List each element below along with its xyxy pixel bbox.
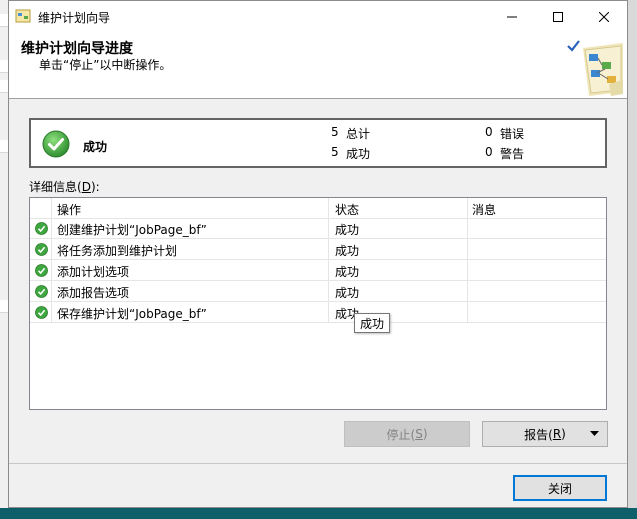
status-tooltip: 成功 [354, 313, 391, 333]
background-window-edge [0, 0, 8, 519]
dropdown-arrow-icon [590, 431, 599, 436]
stop-label-suffix: ) [422, 427, 428, 441]
details-label-key: D [81, 180, 91, 194]
report-label-prefix: 报告( [524, 427, 553, 442]
details-label: 详细信息(D): [29, 178, 100, 195]
close-window-button[interactable] [581, 1, 627, 32]
maximize-button[interactable] [535, 1, 581, 32]
table-row[interactable]: 将任务添加到维护计划 成功 [30, 239, 606, 260]
background-fragment [0, 14, 8, 27]
background-window-right [628, 0, 637, 519]
total-count: 5 [331, 125, 339, 139]
background-fragment [0, 80, 8, 93]
status-summary-panel: 成功 5 总计 5 成功 0 错误 0 警告 [29, 118, 607, 168]
row-operation: 保存维护计划“JobPage_bf” [57, 307, 207, 321]
wizard-graphic-icon [567, 40, 623, 96]
header-panel: 维护计划向导进度 单击“停止”以中断操作。 [9, 32, 627, 99]
report-label-suffix: ) [561, 427, 566, 441]
row-operation: 添加报告选项 [57, 286, 130, 300]
success-check-icon [35, 222, 48, 235]
error-label: 错误 [500, 127, 525, 141]
background-fragment [0, 300, 8, 313]
warning-label: 警告 [500, 147, 525, 161]
close-icon [599, 11, 609, 22]
success-check-icon [35, 285, 48, 298]
column-header-status[interactable]: 状态 [335, 201, 359, 218]
close-button[interactable]: 关闭 [513, 475, 607, 501]
success-label: 成功 [346, 147, 371, 161]
page-title: 维护计划向导进度 [21, 41, 133, 57]
background-fragment [0, 140, 8, 153]
stop-label-key: S [415, 427, 423, 441]
success-check-icon [42, 130, 70, 158]
minimize-button[interactable] [489, 1, 535, 32]
success-check-icon [35, 243, 48, 256]
page-subtitle: 单击“停止”以中断操作。 [39, 58, 172, 72]
minimize-icon [507, 16, 517, 17]
table-row[interactable]: 保存维护计划“JobPage_bf” 成功 [30, 302, 606, 323]
details-label-suffix: ): [90, 180, 100, 194]
stop-label-prefix: 停止( [386, 427, 416, 442]
title-bar[interactable]: 维护计划向导 [9, 1, 627, 32]
row-status: 成功 [335, 286, 360, 300]
desktop-background [0, 508, 637, 519]
background-fragment [0, 60, 8, 73]
maximize-icon [553, 11, 563, 22]
warning-count: 0 [485, 145, 493, 159]
row-operation: 将任务添加到维护计划 [57, 244, 178, 258]
row-status: 成功 [335, 265, 360, 279]
column-header-operation[interactable]: 操作 [57, 201, 81, 218]
report-dropdown-button[interactable]: 报告(R) [482, 421, 608, 447]
details-grid[interactable]: 操作 状态 消息 创建维护计划“JobPage_bf” 成功 将任务添加到维护计… [29, 197, 607, 410]
maintenance-plan-wizard-window: 维护计划向导 维护计划向导进度 单击“停止”以中断操作。 成功 5 总计 5 成… [8, 0, 628, 508]
row-status: 成功 [335, 223, 360, 237]
table-row[interactable]: 创建维护计划“JobPage_bf” 成功 [30, 218, 606, 239]
total-label: 总计 [346, 127, 371, 141]
stop-button[interactable]: 停止(S) [344, 421, 470, 447]
row-operation: 创建维护计划“JobPage_bf” [57, 223, 207, 237]
success-count: 5 [331, 145, 339, 159]
error-count: 0 [485, 125, 493, 139]
table-row[interactable]: 添加报告选项 成功 [30, 281, 606, 302]
success-check-icon [35, 306, 48, 319]
window-title: 维护计划向导 [38, 11, 111, 25]
table-row[interactable]: 添加计划选项 成功 [30, 260, 606, 281]
footer-separator [9, 463, 627, 464]
overall-status: 成功 [83, 140, 108, 154]
row-status: 成功 [335, 244, 360, 258]
success-check-icon [35, 264, 48, 277]
report-label-key: R [552, 427, 562, 441]
grid-header: 操作 状态 消息 [30, 198, 606, 219]
column-header-message[interactable]: 消息 [472, 201, 496, 218]
row-operation: 添加计划选项 [57, 265, 130, 279]
details-label-prefix: 详细信息( [29, 180, 82, 194]
app-icon [15, 9, 31, 23]
